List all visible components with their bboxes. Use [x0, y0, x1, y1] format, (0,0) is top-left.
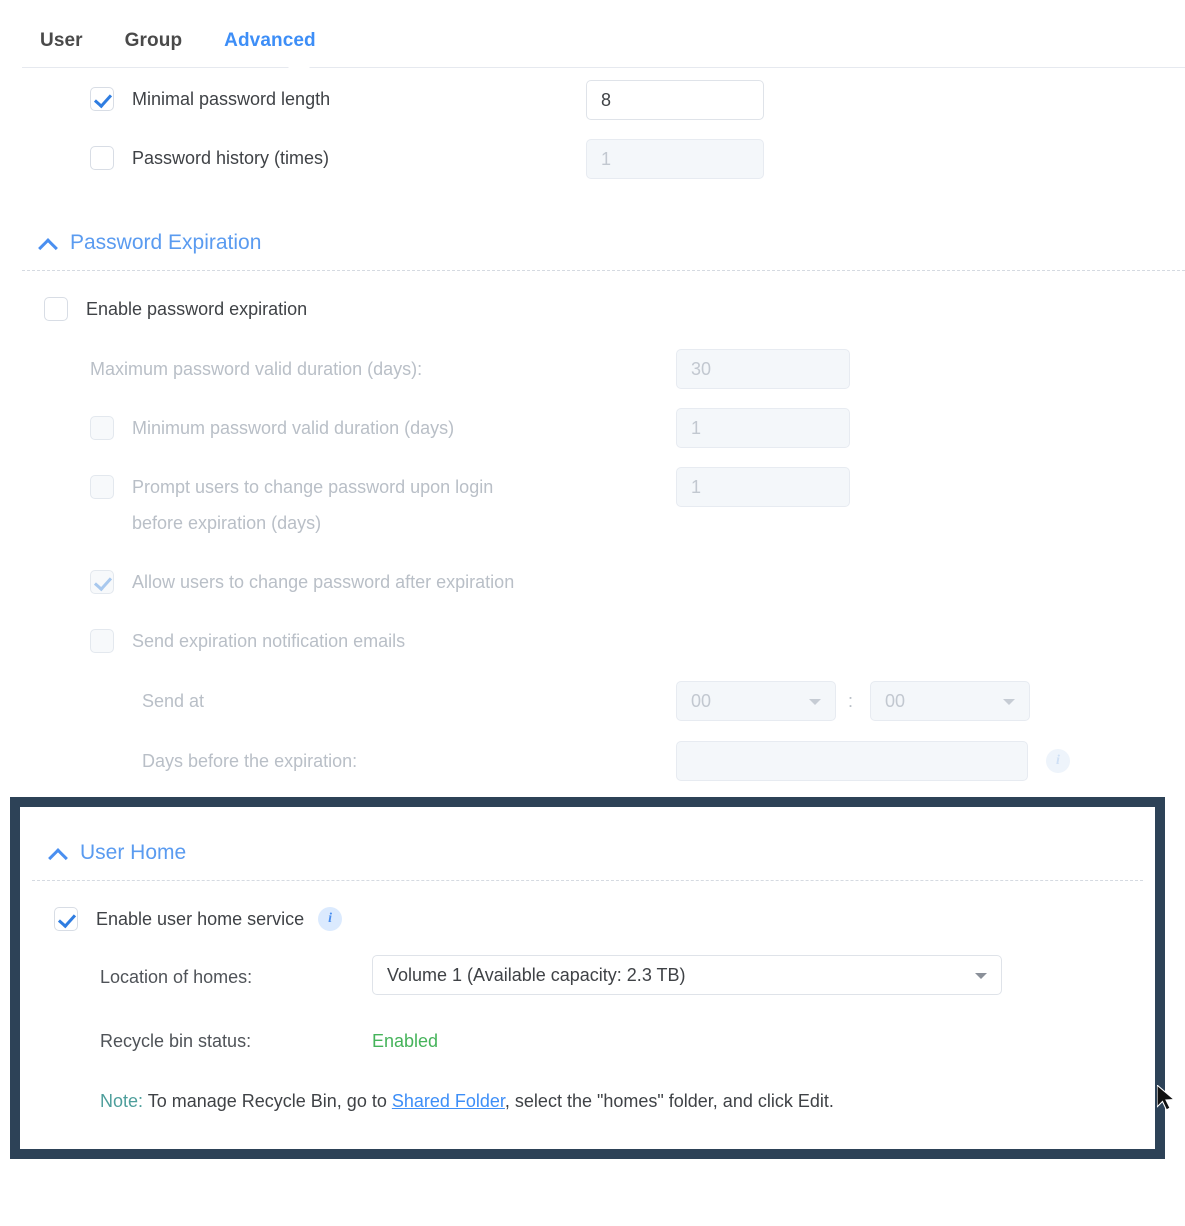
tab-active-notch [288, 57, 310, 68]
tab-advanced[interactable]: Advanced [224, 28, 316, 54]
send-at-hour-value: 00 [691, 690, 712, 711]
minimal-password-length-input[interactable]: 8 [586, 80, 764, 120]
password-history-row: Password history (times) [90, 146, 329, 170]
note-prefix: Note: [100, 1091, 144, 1111]
prompt-users-label: Prompt users to change password upon log… [132, 477, 494, 497]
send-at-hour-select[interactable]: 00 [676, 681, 836, 721]
minimum-password-duration-label: Minimum password valid duration (days) [132, 418, 455, 438]
minimal-password-length-label: Minimal password length [132, 89, 331, 109]
tab-bar: User Group Advanced [0, 0, 1185, 68]
password-expiration-title: Password Expiration [70, 231, 262, 254]
allow-users-change-password-checkbox[interactable] [90, 570, 114, 594]
send-expiration-emails-checkbox[interactable] [90, 629, 114, 653]
tab-user[interactable]: User [40, 28, 83, 54]
location-of-homes-label: Location of homes: [100, 967, 253, 987]
enable-password-expiration-checkbox[interactable] [44, 297, 68, 321]
maximum-password-duration-input[interactable]: 30 [676, 349, 850, 389]
location-of-homes-value: Volume 1 (Available capacity: 2.3 TB) [387, 964, 686, 985]
user-home-title: User Home [80, 841, 187, 864]
chevron-up-icon [40, 235, 56, 251]
location-of-homes-select[interactable]: Volume 1 (Available capacity: 2.3 TB) [372, 955, 1002, 995]
recycle-bin-status-label: Recycle bin status: [100, 1031, 252, 1051]
password-history-input[interactable]: 1 [586, 139, 764, 179]
chevron-up-icon [50, 845, 66, 861]
note-text-part1: To manage Recycle Bin, go to [143, 1091, 392, 1111]
note-text-part2: , select the "homes" folder, and click E… [504, 1091, 834, 1111]
send-at-label: Send at [142, 691, 205, 711]
enable-password-expiration-label: Enable password expiration [86, 299, 308, 319]
chevron-down-icon [1003, 699, 1015, 705]
password-expiration-section-header[interactable]: Password Expiration [40, 230, 261, 256]
tab-list: User Group Advanced [40, 28, 316, 54]
send-at-minute-select[interactable]: 00 [870, 681, 1030, 721]
enable-password-expiration-row: Enable password expiration [44, 297, 307, 321]
password-expiration-divider [22, 270, 1185, 271]
chevron-down-icon [975, 973, 987, 979]
prompt-users-input[interactable]: 1 [676, 467, 850, 507]
password-history-label: Password history (times) [132, 148, 330, 168]
send-at-separator: : [848, 691, 854, 711]
allow-users-change-password-label: Allow users to change password after exp… [132, 572, 515, 592]
minimum-password-duration-checkbox[interactable] [90, 416, 114, 440]
allow-users-change-password-row: Allow users to change password after exp… [90, 570, 514, 594]
recycle-bin-note: Note: To manage Recycle Bin, go to Share… [100, 1089, 834, 1113]
days-before-info-icon[interactable]: i [1046, 749, 1070, 773]
user-home-highlight-box: User Home Enable user home service i Loc… [10, 797, 1165, 1159]
send-expiration-emails-row: Send expiration notification emails [90, 629, 405, 653]
password-history-checkbox[interactable] [90, 146, 114, 170]
recycle-bin-status-value: Enabled [372, 1031, 439, 1051]
shared-folder-link[interactable]: Shared Folder [392, 1091, 505, 1111]
advanced-settings-page: User Group Advanced Minimal password len… [0, 0, 1185, 1226]
send-expiration-emails-label: Send expiration notification emails [132, 631, 406, 651]
enable-user-home-info-icon[interactable]: i [318, 907, 343, 931]
maximum-password-duration-label: Maximum password valid duration (days): [90, 359, 423, 379]
prompt-users-checkbox[interactable] [90, 475, 114, 499]
tab-group[interactable]: Group [125, 28, 183, 54]
enable-user-home-row: Enable user home service i [54, 907, 343, 931]
send-at-minute-value: 00 [885, 690, 906, 711]
tab-divider [22, 67, 1185, 68]
minimal-password-length-row: Minimal password length [90, 87, 330, 111]
minimum-password-duration-input[interactable]: 1 [676, 408, 850, 448]
minimum-password-duration-row: Minimum password valid duration (days) [90, 416, 454, 440]
prompt-users-label-line2: before expiration (days) [132, 513, 322, 533]
mouse-cursor [1157, 1085, 1176, 1111]
enable-user-home-label: Enable user home service [96, 909, 305, 929]
user-home-divider [32, 880, 1143, 881]
enable-user-home-checkbox[interactable] [54, 907, 78, 931]
days-before-expiration-input[interactable] [676, 741, 1028, 781]
chevron-down-icon [809, 699, 821, 705]
user-home-section-header[interactable]: User Home [50, 840, 186, 866]
days-before-expiration-label: Days before the expiration: [142, 751, 358, 771]
minimal-password-length-checkbox[interactable] [90, 87, 114, 111]
prompt-users-row: Prompt users to change password upon log… [90, 475, 493, 535]
